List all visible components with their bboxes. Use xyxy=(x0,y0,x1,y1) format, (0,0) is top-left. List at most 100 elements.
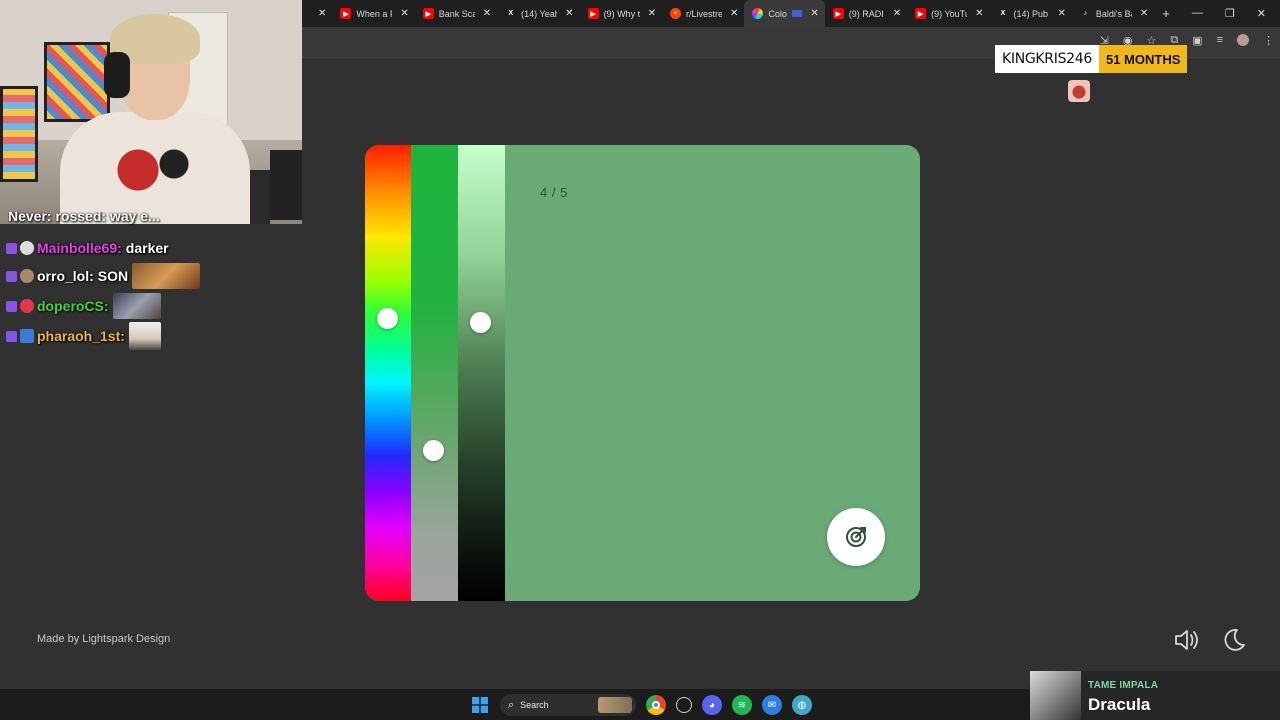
chat-text: darker xyxy=(125,240,169,256)
discord-icon[interactable]: ◕ xyxy=(702,695,722,715)
moon-icon[interactable] xyxy=(1220,626,1248,654)
chat-message: orro_lol: SON xyxy=(6,263,201,289)
close-icon[interactable]: ✕ xyxy=(648,8,656,19)
taskbar-icons: ⌕ Search ◕ ≋ ✉ ◍ xyxy=(470,694,812,716)
speaker-icon[interactable] xyxy=(1172,626,1200,654)
target-icon xyxy=(846,527,866,547)
now-playing-artist: TAME IMPALA xyxy=(1088,680,1159,691)
chat-text: Never: rossed: way e... xyxy=(8,212,160,224)
window-controls: — ❐ ✕ xyxy=(1192,7,1280,20)
close-icon[interactable]: ✕ xyxy=(483,8,491,19)
saturation-slider-handle[interactable] xyxy=(423,440,444,461)
tab-label: (9) YouTu xyxy=(931,8,968,19)
user-badge-icon xyxy=(20,269,34,283)
sub-alert: KINGKRIS246 51 MONTHS xyxy=(995,45,1188,73)
sub-alert-months: 51 MONTHS xyxy=(1098,45,1188,73)
close-window-icon[interactable]: ✕ xyxy=(1257,7,1266,20)
youtube-icon: ▶ xyxy=(422,8,434,19)
tab-label: (14) Pub xyxy=(1013,8,1049,19)
chat-message: doperoCS: xyxy=(6,293,161,319)
twitch-badge-icon xyxy=(6,330,17,342)
new-tab-button[interactable]: + xyxy=(1154,0,1176,27)
taskbar-search[interactable]: ⌕ Search xyxy=(500,694,636,716)
tab-3[interactable]: ▶ (9) Why t ✕ xyxy=(580,0,662,27)
close-icon[interactable]: ✕ xyxy=(975,8,983,19)
saturation-slider[interactable] xyxy=(411,145,458,601)
sidebar-icon[interactable]: ▣ xyxy=(1192,34,1202,47)
chat-message: pharaoh_1st: xyxy=(6,322,161,350)
globe-icon[interactable]: ◍ xyxy=(792,695,812,715)
twitch-badge-icon xyxy=(6,242,17,254)
restore-icon[interactable]: ❐ xyxy=(1225,7,1235,20)
color-game-card: 4 / 5 xyxy=(365,145,920,601)
lightness-slider-handle[interactable] xyxy=(470,312,491,333)
reddit-icon: • xyxy=(669,8,681,19)
close-icon[interactable]: ✕ xyxy=(810,8,818,19)
wall-art xyxy=(44,42,110,122)
tab-1[interactable]: ▶ Bank Sca ✕ xyxy=(415,0,497,27)
hue-slider[interactable] xyxy=(365,145,411,601)
app-icon[interactable] xyxy=(676,697,692,713)
screen-share-icon xyxy=(792,10,803,17)
close-icon[interactable]: ✕ xyxy=(1140,8,1148,19)
close-icon[interactable]: ✕ xyxy=(565,8,573,19)
youtube-icon: ▶ xyxy=(587,8,599,19)
chat-message: Mainbolle69: darker xyxy=(6,237,169,259)
color-wheel-icon xyxy=(752,8,764,19)
plus-icon: + xyxy=(1162,6,1170,21)
tab-label: r/Livestre xyxy=(685,8,722,19)
round-counter: 4 / 5 xyxy=(540,185,568,200)
tab-5[interactable]: Colo ✕ xyxy=(744,0,825,27)
close-icon[interactable]: ✕ xyxy=(318,8,326,19)
messenger-icon[interactable]: ✉ xyxy=(762,695,782,715)
tab-label: (14) Yeah xyxy=(521,8,558,19)
tab-7[interactable]: ▶ (9) YouTu ✕ xyxy=(907,0,989,27)
youtube-icon: ▶ xyxy=(832,8,844,19)
close-icon[interactable]: ✕ xyxy=(1058,8,1066,19)
close-icon[interactable]: ✕ xyxy=(730,8,738,19)
emote-image xyxy=(128,322,161,350)
youtube-icon: ▶ xyxy=(340,8,352,19)
headset xyxy=(104,52,130,98)
chat-username: pharaoh_1st: xyxy=(37,328,125,344)
submit-guess-button[interactable] xyxy=(827,508,885,566)
twitch-badge-icon xyxy=(6,300,17,312)
emote-image xyxy=(112,293,161,319)
tab-8[interactable]: X (14) Pub ✕ xyxy=(990,0,1072,27)
tab-2[interactable]: X (14) Yeah ✕ xyxy=(497,0,579,27)
minimize-icon[interactable]: — xyxy=(1192,7,1203,20)
now-playing-widget: TAME IMPALA Dracula xyxy=(1030,671,1280,720)
tab-label: (9) Why t xyxy=(603,8,640,19)
album-art xyxy=(1030,671,1081,720)
tab-9[interactable]: ♪ Baldi's Ba ✕ xyxy=(1072,0,1154,27)
user-badge-icon xyxy=(20,241,34,255)
tab-label: Colo xyxy=(768,8,787,19)
profile-avatar-icon[interactable] xyxy=(1237,34,1249,46)
spotify-icon[interactable]: ≋ xyxy=(732,695,752,715)
tab-0[interactable]: ▶ When a F ✕ xyxy=(332,0,414,27)
menu-icon[interactable]: ⋮ xyxy=(1263,34,1274,47)
close-icon[interactable]: ✕ xyxy=(893,8,901,19)
tab-label: Baldi's Ba xyxy=(1095,8,1132,19)
tab-4[interactable]: • r/Livestre ✕ xyxy=(662,0,744,27)
lightness-slider[interactable] xyxy=(458,145,505,601)
user-badge-icon xyxy=(20,329,34,343)
tab-6[interactable]: ▶ (9) RADI ✕ xyxy=(825,0,907,27)
search-icon: ⌕ xyxy=(508,698,515,711)
tab-label: Bank Sca xyxy=(438,8,475,19)
windows-start-icon[interactable] xyxy=(470,695,490,715)
chat-line-cut: Never: rossed: way e... xyxy=(8,212,198,226)
chat-text: SON xyxy=(97,268,129,284)
media-icon[interactable]: ≡ xyxy=(1217,34,1223,47)
chat-username: doperoCS: xyxy=(37,298,109,314)
chat-username: Mainbolle69: xyxy=(37,240,122,256)
credit-text[interactable]: Made by Lightspark Design xyxy=(37,633,170,645)
close-icon[interactable]: ✕ xyxy=(400,8,408,19)
x-icon: X xyxy=(508,10,513,17)
hue-slider-handle[interactable] xyxy=(377,308,398,329)
heart-badge-icon xyxy=(20,299,34,313)
tab-label: When a F xyxy=(356,8,393,19)
chrome-icon[interactable] xyxy=(646,695,666,715)
webcam-overlay xyxy=(0,0,302,224)
wall-art xyxy=(0,86,38,182)
